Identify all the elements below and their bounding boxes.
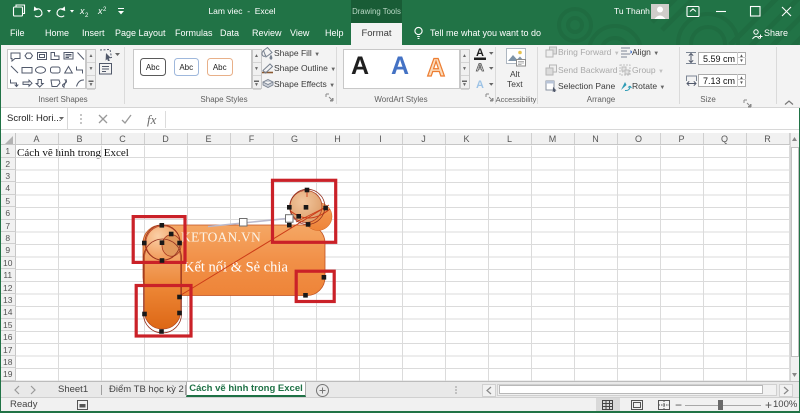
- svg-text:KETOAN.VN: KETOAN.VN: [181, 230, 261, 245]
